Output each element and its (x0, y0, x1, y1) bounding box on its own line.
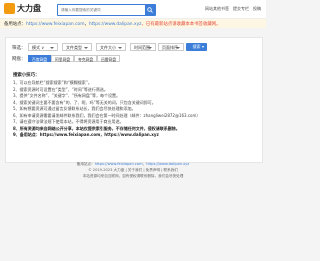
notice-link-1[interactable]: https://www.feixiapan.com (26, 22, 85, 27)
search-box (57, 4, 156, 16)
filter-label: 筛选： (12, 46, 26, 51)
netdisk-xunlei[interactable]: 迅雷网盘 (97, 55, 121, 62)
netdisk-aliyun[interactable]: 阿里网盘 (51, 55, 75, 62)
select-time-range[interactable]: 时间范围 (130, 43, 156, 51)
logo-icon[interactable] (4, 3, 15, 14)
netdisk-quark[interactable]: 夸克网盘 (74, 55, 98, 62)
notice-prefix: 备用站点： (4, 21, 26, 27)
netdisk-label: 网盘： (12, 57, 26, 62)
footer-link-2[interactable]: https://www.dalipan.xyz (146, 162, 189, 166)
top-links: 网站其他书签 提交专栏 投稿 (201, 6, 261, 12)
netdisk-baidu[interactable]: 百度网盘 (28, 55, 52, 62)
top-link-contribute[interactable]: 投稿 (253, 6, 261, 11)
select-file-size[interactable]: 文件大小 (96, 43, 126, 51)
notice-bar: 备用站点：https://www.feixiapan.com，https://w… (0, 19, 266, 28)
notice-link-2[interactable]: https://www.dalipan.xyz (89, 22, 142, 27)
main-card: 筛选： 模式 ∨ 文件类型 文件大小 时间范围 页面排序 搜索 网盘： 百度网盘… (5, 37, 263, 163)
notice-suffix: ，已有最新站点请收藏本本书签收藏网。 (141, 21, 221, 27)
tip-item-mirrors[interactable]: 9、备用站点：https://www.feixiapan.com，https:/… (13, 132, 257, 139)
top-link-bookmarks[interactable]: 网站其他书签 (205, 6, 229, 11)
search-icon (147, 7, 153, 13)
search-button[interactable] (145, 5, 155, 15)
filter-search-button[interactable]: 搜索 (186, 43, 207, 51)
select-file-type[interactable]: 文件类型 (62, 43, 92, 51)
tips-title: 搜索小技巧： (13, 73, 40, 78)
notice-text: 备用站点：https://www.feixiapan.com，https://w… (4, 21, 221, 27)
select-mode[interactable]: 模式 ∨ (28, 43, 58, 51)
footer: 备用站点：https://www.feixiapan.com，https://w… (0, 161, 266, 179)
top-link-submit[interactable]: 提交专栏 (233, 6, 249, 11)
footer-disclaimer: 本站资源均来自互联网，如有侵权请联系删除，我们会尽快处理 (82, 174, 184, 178)
footer-link-1[interactable]: https://www.feixiapan.com (95, 162, 143, 166)
select-sort[interactable]: 页面排序 (158, 43, 184, 51)
search-tips: 搜索小技巧： 1、可以在导航栏“搜索搜索”和“模糊搜索”。 2、搜索资源时可设置… (13, 72, 257, 139)
search-input[interactable] (61, 6, 141, 14)
site-logo[interactable]: 大力盘 (17, 3, 41, 14)
top-bar: 大力盘 网站其他书签提交专栏投稿 (0, 0, 266, 19)
